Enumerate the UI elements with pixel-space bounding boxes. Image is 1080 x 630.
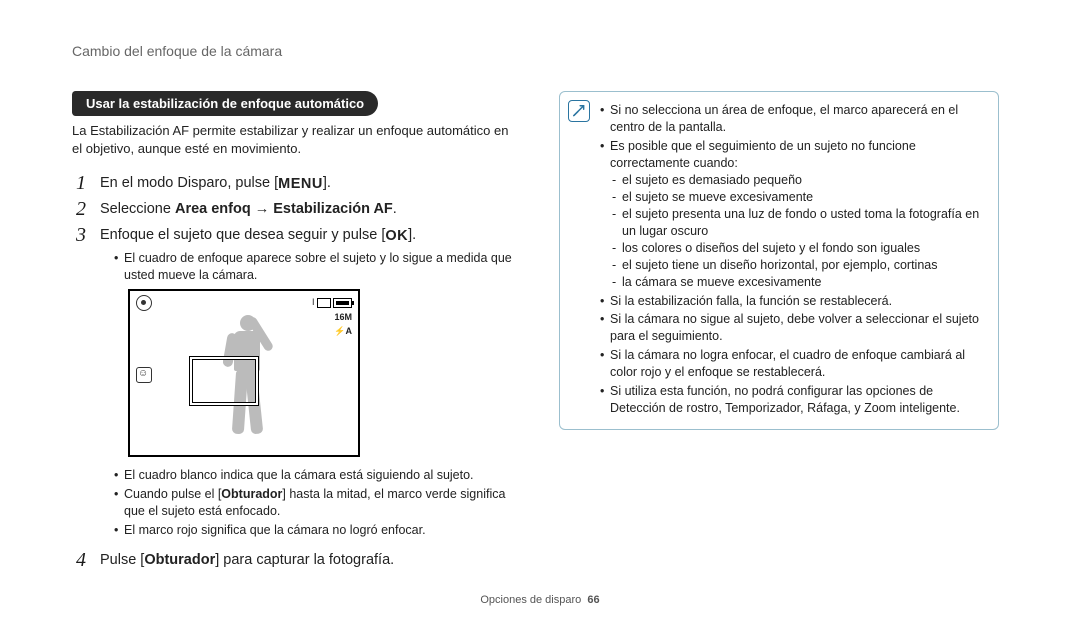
menu-key-icon: MENU: [278, 175, 323, 195]
step-4: 4 Pulse [Obturador] para capturar la fot…: [72, 549, 517, 571]
note-subitem: el sujeto es demasiado pequeño: [612, 172, 986, 189]
note-subitem: el sujeto tiene un diseño horizontal, po…: [612, 257, 986, 274]
step-number: 1: [72, 172, 90, 195]
step-3-sub-bullet: El cuadro de enfoque aparece sobre el su…: [114, 250, 517, 284]
step-1: 1 En el modo Disparo, pulse [MENU].: [72, 172, 517, 195]
step-number: 4: [72, 549, 90, 571]
step-3-text: Enfoque el sujeto que desea seguir y pul…: [100, 226, 517, 247]
step-1-text: En el modo Disparo, pulse [MENU].: [100, 174, 331, 195]
note-item: Es posible que el seguimiento de un suje…: [600, 138, 986, 291]
step-4-text: Pulse [Obturador] para capturar la fotog…: [100, 551, 394, 571]
step-2-text: Seleccione Area enfoq → Estabilización A…: [100, 200, 397, 220]
note-subitem: el sujeto se mueve excesivamente: [612, 189, 986, 206]
step-number: 2: [72, 198, 90, 220]
step-3-note-red: El marco rojo significa que la cámara no…: [114, 522, 517, 539]
lcd-status-row: I: [312, 295, 352, 309]
step-number: 3: [72, 224, 90, 545]
face-detect-icon: [136, 367, 152, 383]
note-item: Si utiliza esta función, no podrá config…: [600, 383, 986, 417]
step-3: 3 Enfoque el sujeto que desea seguir y p…: [72, 224, 517, 545]
footer-page-number: 66: [587, 594, 599, 606]
breadcrumb: Cambio del enfoque de la cámara: [72, 42, 1030, 61]
info-icon: [568, 100, 590, 122]
ok-key-icon: OK: [385, 227, 408, 247]
note-subitem: la cámara se mueve excesivamente: [612, 274, 986, 291]
page-footer: Opciones de disparo 66: [0, 593, 1080, 608]
battery-icon: [333, 298, 352, 308]
camera-lcd-illustration: I 16M ⚡A: [128, 289, 360, 457]
step-3-note-green: Cuando pulse el [Obturador] hasta la mit…: [114, 486, 517, 520]
note-subitem: el sujeto presenta una luz de fondo o us…: [612, 206, 986, 240]
note-item: Si no selecciona un área de enfoque, el …: [600, 102, 986, 136]
section-title-pill: Usar la estabilización de enfoque automá…: [72, 91, 378, 117]
lcd-flash-label: ⚡A: [312, 324, 352, 338]
note-item: Si la estabilización falla, la función s…: [600, 293, 986, 310]
section-description: La Estabilización AF permite estabilizar…: [72, 122, 517, 157]
info-note-box: Si no selecciona un área de enfoque, el …: [559, 91, 999, 430]
step-3-note-white: El cuadro blanco indica que la cámara es…: [114, 467, 517, 484]
mode-icon: [136, 295, 152, 311]
note-subitem: los colores o diseños del sujeto y el fo…: [612, 240, 986, 257]
lcd-resolution-label: 16M: [312, 310, 352, 324]
note-item: Si la cámara no sigue al sujeto, debe vo…: [600, 311, 986, 345]
step-2: 2 Seleccione Area enfoq → Estabilización…: [72, 198, 517, 220]
af-frame-icon: [190, 357, 258, 405]
note-item: Si la cámara no logra enfocar, el cuadro…: [600, 347, 986, 381]
footer-section: Opciones de disparo: [480, 594, 581, 606]
